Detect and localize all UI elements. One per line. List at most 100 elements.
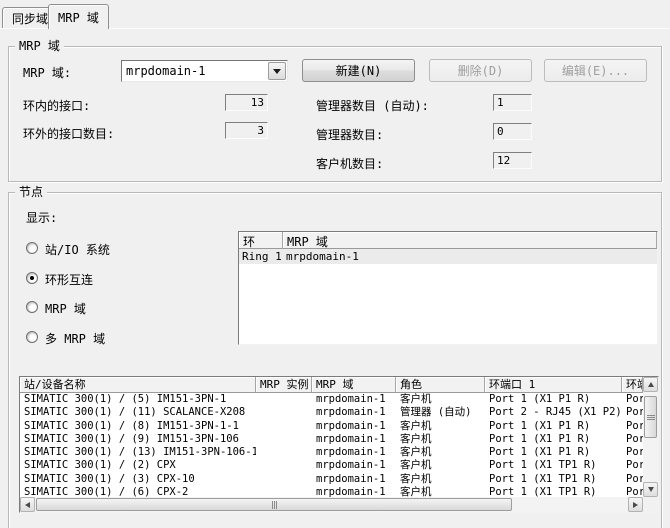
table-cell: Port xyxy=(622,393,643,406)
device-table-rows: SIMATIC 300(1) / (5) IM151-3PN-1 mrpdomai… xyxy=(20,393,643,499)
table-cell: Port 1 (X1 TP1 R) xyxy=(485,459,622,472)
outside-interfaces-value: 3 xyxy=(225,122,268,139)
device-table-header-cell[interactable]: 环端口 1 xyxy=(485,377,622,393)
clients-value: 12 xyxy=(493,152,532,169)
table-cell: Port xyxy=(622,459,643,472)
scroll-down-button[interactable] xyxy=(643,482,658,497)
mrp-domain-label: MRP 域: xyxy=(23,64,71,81)
table-cell: SIMATIC 300(1) / (8) IM151-3PN-1-1 xyxy=(20,420,256,433)
table-cell: 客户机 xyxy=(396,393,485,406)
scroll-left-button[interactable] xyxy=(20,497,35,512)
nodes-group: 节点 显示: 站/IO 系统 环形互连 MRP 域 多 MRP 域 环MRP 域… xyxy=(8,192,662,528)
thumb-grip-icon xyxy=(272,501,277,509)
table-cell: 客户机 xyxy=(396,473,485,486)
table-cell: SIMATIC 300(1) / (11) SCALANCE-X208 xyxy=(20,406,256,419)
horizontal-scrollbar[interactable] xyxy=(20,497,643,512)
display-label: 显示: xyxy=(26,209,57,226)
table-cell: SIMATIC 300(1) / (5) IM151-3PN-1 xyxy=(20,393,256,406)
triangle-down-icon xyxy=(648,487,654,492)
combobox-dropdown-button[interactable] xyxy=(268,62,286,80)
table-row[interactable]: SIMATIC 300(1) / (9) IM151-3PN-106 mrpdom… xyxy=(20,433,643,446)
edit-button[interactable]: 编辑(E)... xyxy=(544,59,647,82)
table-cell: SIMATIC 300(1) / (13) IM151-3PN-106-1 xyxy=(20,446,256,459)
table-cell: Port 1 (X1 P1 R) xyxy=(485,393,622,406)
table-cell xyxy=(256,420,312,433)
radio-station-io-system[interactable] xyxy=(26,242,38,254)
device-table-header: 站/设备名称MRP 实例MRP 域角色环端口 1环端 xyxy=(20,377,643,393)
scroll-up-button[interactable] xyxy=(643,377,658,392)
ring-list-row[interactable]: Ring 1mrpdomain-1 xyxy=(239,249,657,264)
triangle-up-icon xyxy=(648,382,654,387)
table-row[interactable]: SIMATIC 300(1) / (8) IM151-3PN-1-1 mrpdom… xyxy=(20,420,643,433)
ring-list-header-cell[interactable]: MRP 域 xyxy=(283,232,657,249)
table-row[interactable]: SIMATIC 300(1) / (5) IM151-3PN-1 mrpdomai… xyxy=(20,393,643,406)
device-table-header-cell[interactable]: 环端 xyxy=(622,377,643,393)
thumb-grip-icon xyxy=(647,415,655,420)
mrp-domain-combobox[interactable]: mrpdomain-1 xyxy=(121,60,288,82)
table-cell: 管理器 (自动) xyxy=(396,406,485,419)
table-cell: mrpdomain-1 xyxy=(312,393,396,406)
delete-button[interactable]: 删除(D) xyxy=(429,59,532,82)
chevron-down-icon xyxy=(273,69,281,74)
mrp-domain-dialog: 同步域 MRP 域 MRP 域 MRP 域: mrpdomain-1 新建(N)… xyxy=(0,0,670,528)
device-table-header-cell[interactable]: MRP 域 xyxy=(312,377,396,393)
table-cell: Port xyxy=(622,433,643,446)
table-cell: SIMATIC 300(1) / (3) CPX-10 xyxy=(20,473,256,486)
table-cell xyxy=(256,446,312,459)
managers-auto-label: 管理器数目 (自动): xyxy=(316,97,429,114)
tab-mrp-domain[interactable]: MRP 域 xyxy=(48,4,109,29)
ring-interfaces-label: 环内的接口: xyxy=(23,97,90,114)
radio-mrp-domain[interactable] xyxy=(26,301,38,313)
triangle-right-icon xyxy=(633,502,638,508)
table-cell: mrpdomain-1 xyxy=(312,433,396,446)
radio-ring-interconnect[interactable] xyxy=(26,272,38,284)
table-cell xyxy=(256,406,312,419)
table-cell: mrpdomain-1 xyxy=(312,473,396,486)
radio-multi-mrp-domain[interactable] xyxy=(26,331,38,343)
new-button[interactable]: 新建(N) xyxy=(302,59,415,82)
horizontal-scrollbar-thumb[interactable] xyxy=(36,498,512,511)
mrp-domain-group-title: MRP 域 xyxy=(15,39,64,53)
managers-auto-value: 1 xyxy=(493,94,532,111)
radio-multi-mrp-domain-label: 多 MRP 域 xyxy=(45,330,105,347)
table-cell xyxy=(256,459,312,472)
outside-interfaces-label: 环外的接口数目: xyxy=(23,125,114,142)
table-row[interactable]: SIMATIC 300(1) / (2) CPXmrpdomain-1客户机Po… xyxy=(20,459,643,472)
managers-value: 0 xyxy=(493,123,532,140)
table-row[interactable]: SIMATIC 300(1) / (11) SCALANCE-X208mrpdo… xyxy=(20,406,643,419)
table-cell: Port 1 (X1 P1 R) xyxy=(485,420,622,433)
table-cell: Port 1 (X1 P1 R) xyxy=(485,446,622,459)
table-cell: Port 1 (X1 TP1 R) xyxy=(485,473,622,486)
nodes-group-title: 节点 xyxy=(15,185,47,199)
table-cell: mrpdomain-1 xyxy=(312,446,396,459)
table-row[interactable]: SIMATIC 300(1) / (3) CPX-10 mrpdomain-1客户… xyxy=(20,473,643,486)
table-cell: 客户机 xyxy=(396,433,485,446)
vertical-scrollbar[interactable] xyxy=(643,377,658,497)
table-cell: mrpdomain-1 xyxy=(312,459,396,472)
table-cell: mrpdomain-1 xyxy=(312,420,396,433)
table-cell: Port xyxy=(622,446,643,459)
radio-mrp-domain-label: MRP 域 xyxy=(45,300,86,317)
ring-list-cell: Ring 1 xyxy=(239,249,283,264)
table-row[interactable]: SIMATIC 300(1) / (13) IM151-3PN-106-1 mrp… xyxy=(20,446,643,459)
device-table-header-cell[interactable]: 站/设备名称 xyxy=(20,377,256,393)
vertical-scrollbar-thumb[interactable] xyxy=(644,396,657,438)
device-table[interactable]: 站/设备名称MRP 实例MRP 域角色环端口 1环端 SIMATIC 300(1… xyxy=(19,376,659,513)
triangle-left-icon xyxy=(25,502,30,508)
table-cell: 客户机 xyxy=(396,420,485,433)
table-cell: SIMATIC 300(1) / (2) CPX xyxy=(20,459,256,472)
table-cell: Port 1 (X1 P1 R) xyxy=(485,433,622,446)
device-table-header-cell[interactable]: MRP 实例 xyxy=(256,377,312,393)
ring-list[interactable]: 环MRP 域 Ring 1mrpdomain-1 xyxy=(238,231,658,345)
device-table-header-cell[interactable]: 角色 xyxy=(396,377,485,393)
table-cell: Port xyxy=(622,420,643,433)
mrp-domain-combobox-value: mrpdomain-1 xyxy=(126,64,205,78)
table-cell xyxy=(256,433,312,446)
radio-station-io-system-label: 站/IO 系统 xyxy=(45,241,110,258)
table-cell xyxy=(256,473,312,486)
ring-list-header-cell[interactable]: 环 xyxy=(239,232,283,249)
mrp-domain-group: MRP 域 MRP 域: mrpdomain-1 新建(N) 删除(D) 编辑(… xyxy=(8,46,662,182)
scroll-right-button[interactable] xyxy=(628,497,643,512)
table-cell: SIMATIC 300(1) / (9) IM151-3PN-106 xyxy=(20,433,256,446)
radio-ring-interconnect-label: 环形互连 xyxy=(45,271,93,288)
